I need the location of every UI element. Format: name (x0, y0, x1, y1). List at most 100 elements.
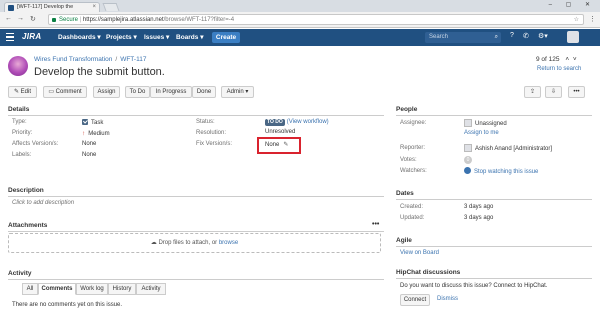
status-lozenge: TO DO (265, 119, 285, 126)
hipchat-prompt: Do you want to discuss this issue? Conne… (400, 283, 548, 289)
dates-heading: Dates (396, 190, 414, 197)
hipchat-connect-button[interactable]: Connect (400, 294, 430, 306)
tab-activity[interactable]: Activity (136, 283, 166, 295)
export-icon[interactable]: ⇩ (545, 86, 562, 98)
dates-divider (396, 199, 592, 200)
reload-icon[interactable]: ↻ (30, 15, 36, 23)
breadcrumb-separator: / (115, 56, 118, 63)
votes-value[interactable]: 0 (464, 156, 472, 164)
admin-dropdown-button[interactable]: Admin ▾ (221, 86, 254, 98)
nav-issues[interactable]: Issues ▾ (144, 33, 169, 41)
back-icon[interactable]: ← (5, 15, 12, 22)
votes-label: Votes: (400, 157, 417, 163)
more-options-icon[interactable]: ••• (568, 86, 585, 98)
lock-icon (52, 18, 56, 22)
app-switcher-icon[interactable] (6, 33, 14, 41)
browse-link[interactable]: browse (219, 240, 238, 246)
notifications-icon[interactable]: ✆ (523, 32, 529, 40)
browser-tab-strip: [WFT-117] Develop the × – ▢ ✕ (0, 0, 600, 12)
bookmark-star-icon[interactable]: ☆ (574, 15, 579, 25)
agile-heading: Agile (396, 237, 412, 244)
user-avatar[interactable] (567, 31, 579, 43)
priority-medium-icon: ↑ (82, 130, 86, 137)
watchers-value[interactable]: Stop watching this issue (464, 167, 538, 175)
reporter-value[interactable]: Ashish Anand [Administrator] (464, 144, 552, 152)
tab-history[interactable]: History (108, 283, 136, 295)
issue-pager: 9 of 125 ˄ ˅ (536, 56, 577, 63)
view-workflow-link[interactable]: (View workflow) (287, 119, 329, 125)
assignee-label: Assignee: (400, 120, 427, 126)
created-value: 3 days ago (464, 204, 494, 210)
issue-summary[interactable]: Develop the submit button. (34, 66, 165, 78)
affects-version-label: Affects Version/s: (12, 141, 59, 147)
type-text: Task (91, 120, 104, 126)
next-issue-icon[interactable]: ˅ (573, 56, 577, 63)
settings-gear-icon[interactable]: ⚙▾ (538, 32, 548, 40)
assignee-avatar-icon (464, 119, 472, 127)
nav-projects[interactable]: Projects ▾ (106, 33, 137, 41)
pager-text: 9 of 125 (536, 56, 560, 63)
close-tab-icon[interactable]: × (92, 3, 96, 12)
activity-divider (8, 279, 384, 280)
view-on-board-link[interactable]: View on Board (400, 250, 439, 256)
browser-tab[interactable]: [WFT-117] Develop the × (4, 2, 100, 12)
comment-icon: ▭ (48, 89, 56, 95)
edit-pencil-icon[interactable]: ✎ (283, 141, 288, 148)
description-heading: Description (8, 187, 44, 194)
todo-button[interactable]: To Do (125, 86, 150, 98)
help-icon[interactable]: ? (510, 32, 514, 39)
reporter-avatar-icon (464, 144, 472, 152)
in-progress-button[interactable]: In Progress (150, 86, 192, 98)
reporter-text: Ashish Anand [Administrator] (475, 146, 553, 152)
assign-to-me-link[interactable]: Assign to me (464, 130, 499, 136)
return-to-search-link[interactable]: Return to search (537, 66, 581, 72)
address-bar[interactable]: Secure | https://samplejira.atlassian.ne… (48, 14, 584, 25)
edit-pencil-icon: ✎ (13, 89, 21, 95)
window-controls[interactable]: – ▢ ✕ (549, 1, 596, 8)
forward-icon[interactable]: → (17, 15, 24, 22)
edit-button[interactable]: ✎ Edit (8, 86, 37, 98)
nav-boards[interactable]: Boards ▾ (176, 33, 203, 41)
labels-value[interactable]: None (82, 152, 96, 158)
breadcrumb-issue-key[interactable]: WFT-117 (120, 56, 146, 63)
attachment-dropzone[interactable]: ☁ Drop files to attach, or browse (8, 233, 381, 253)
updated-label: Updated: (400, 215, 425, 221)
hipchat-dismiss-link[interactable]: Dismiss (437, 296, 458, 302)
create-button[interactable]: Create (212, 32, 240, 43)
priority-label: Priority: (12, 130, 33, 136)
people-heading: People (396, 106, 418, 113)
type-value[interactable]: Task (82, 119, 103, 126)
nav-dashboards[interactable]: Dashboards ▾ (58, 33, 101, 41)
new-tab-button[interactable] (102, 3, 120, 11)
comment-label: Comment (55, 89, 82, 95)
status-value: TO DO (View workflow) (265, 119, 329, 126)
attachments-options-icon[interactable]: ••• (372, 221, 379, 228)
details-heading: Details (8, 106, 30, 113)
details-divider (8, 115, 384, 116)
project-avatar[interactable] (8, 56, 28, 76)
tab-comments[interactable]: Comments (38, 283, 76, 295)
stop-watching-link[interactable]: Stop watching this issue (474, 169, 538, 175)
affects-version-value[interactable]: None (82, 141, 96, 147)
assignee-value[interactable]: Unassigned (464, 119, 507, 127)
done-button[interactable]: Done (192, 86, 216, 98)
prev-issue-icon[interactable]: ˄ (565, 56, 569, 63)
browser-menu-icon[interactable]: ⋮ (589, 15, 596, 23)
search-input[interactable]: Search ⌕ (425, 32, 501, 43)
fix-version-value[interactable]: None ✎ (265, 141, 288, 148)
share-icon[interactable]: ⇪ (524, 86, 541, 98)
description-placeholder[interactable]: Click to add description (12, 200, 74, 206)
assignee-text: Unassigned (475, 121, 507, 127)
comment-button[interactable]: ▭ Comment (43, 86, 87, 98)
breadcrumb: Wires Fund Transformation / WFT-117 (34, 56, 146, 63)
labels-label: Labels: (12, 152, 32, 158)
assign-button[interactable]: Assign (93, 86, 120, 98)
tab-all[interactable]: All (22, 283, 38, 295)
jira-logo[interactable]: JIRA (22, 32, 41, 41)
breadcrumb-project[interactable]: Wires Fund Transformation (34, 56, 112, 63)
browser-toolbar: ← → ↻ Secure | https://samplejira.atlass… (0, 12, 600, 28)
type-label: Type: (12, 119, 27, 125)
priority-value[interactable]: ↑ Medium (82, 130, 110, 137)
tab-work-log[interactable]: Work log (76, 283, 108, 295)
status-label: Status: (196, 119, 215, 125)
